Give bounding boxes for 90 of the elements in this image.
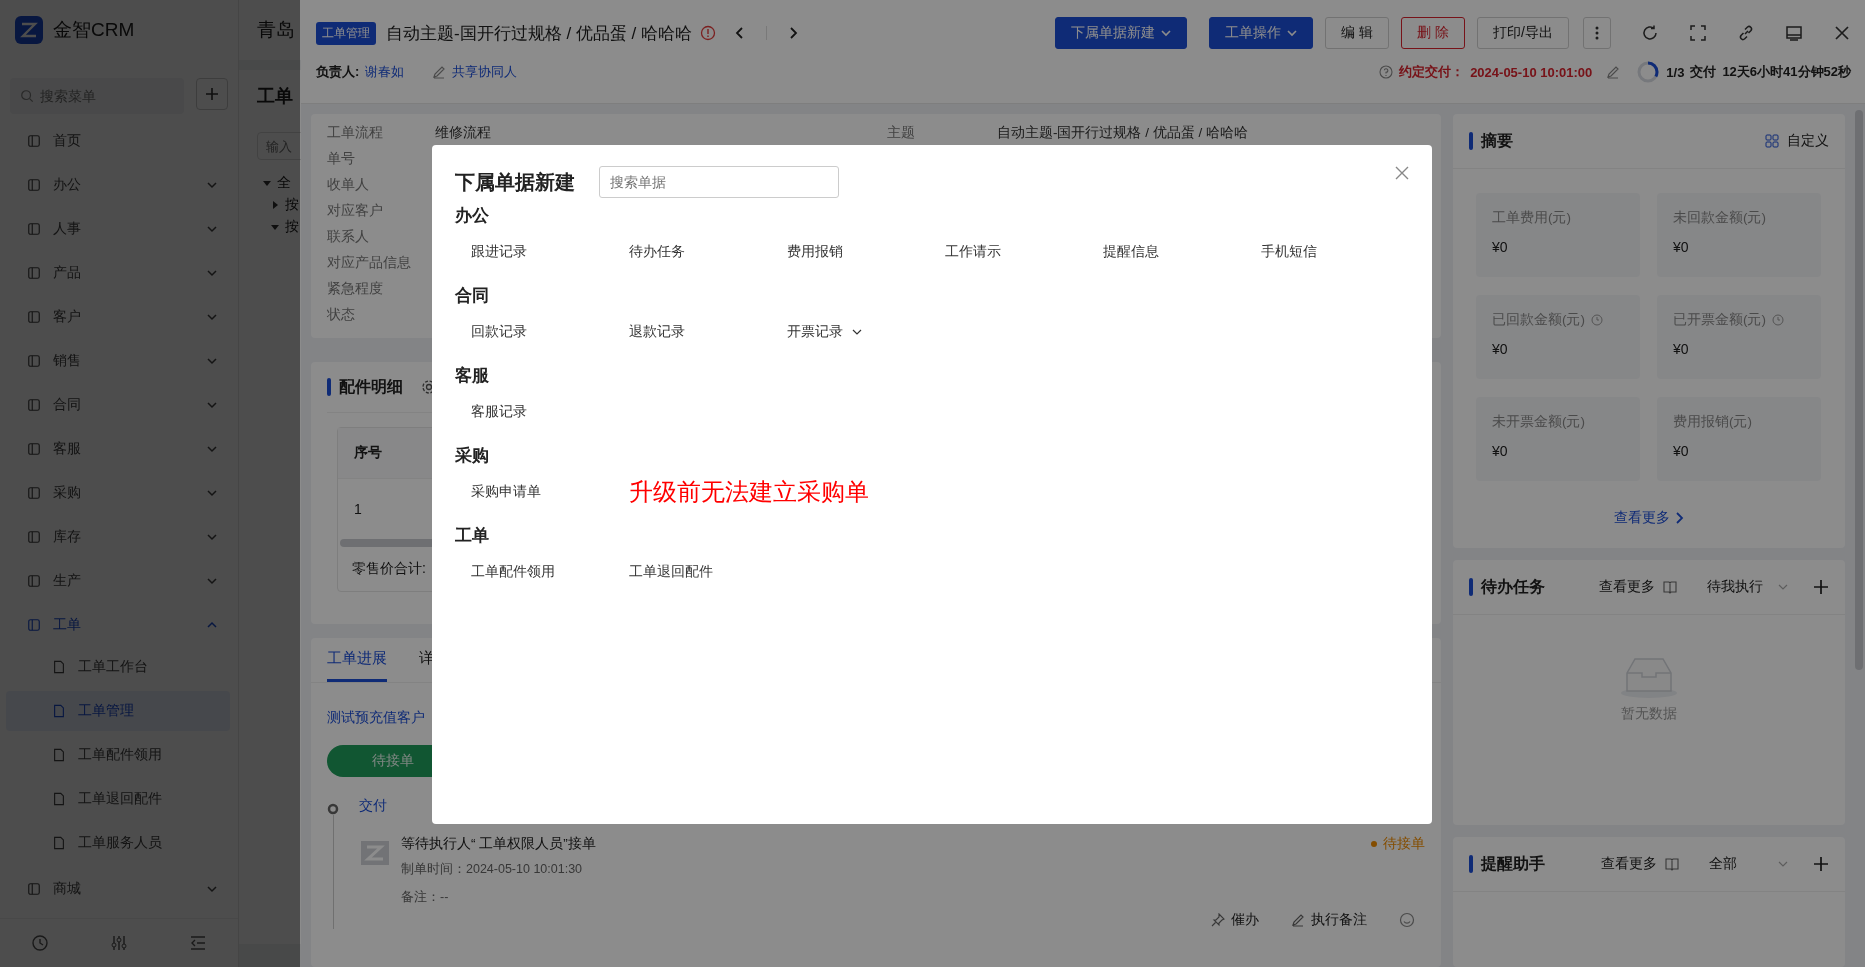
page-title: 工单: [257, 85, 294, 108]
toolbar-button[interactable]: 下属单据新建: [1055, 17, 1188, 49]
note-text: 备注：--: [401, 888, 450, 906]
menu-item[interactable]: 商城: [0, 867, 238, 911]
field-label: 紧急程度: [327, 280, 384, 298]
stat-value: ¥0: [1492, 443, 1509, 459]
annotation-text: 升级前无法建立采购单: [629, 478, 869, 507]
document-type-link[interactable]: 费用报销: [787, 243, 945, 261]
due-label: 约定交付：: [1399, 63, 1465, 81]
card-title: 摘要: [1481, 130, 1513, 151]
document-type-link[interactable]: 跟进记录: [471, 243, 629, 261]
document-type-link[interactable]: 待办任务: [629, 243, 787, 261]
stat-value: ¥0: [1673, 239, 1690, 255]
toolbar-button[interactable]: 工单操作: [1209, 17, 1314, 49]
card-title: 提醒助手: [1481, 853, 1545, 874]
tab[interactable]: 工单进展: [327, 638, 387, 682]
section-title: 办公: [455, 205, 490, 227]
action-link[interactable]: 执行备注: [1311, 911, 1367, 929]
time-label: 制单时间：: [401, 860, 466, 878]
table-cell: 1: [354, 501, 362, 517]
stage-title[interactable]: 交付: [359, 797, 387, 813]
stat-value: ¥0: [1673, 341, 1690, 357]
document-type-link[interactable]: 退款记录: [629, 323, 787, 341]
column-header: 序号: [354, 444, 382, 462]
stat-value: ¥0: [1492, 341, 1509, 357]
search-field[interactable]: 搜索单据: [599, 166, 839, 198]
stat-value: ¥0: [1492, 239, 1509, 255]
stat-label: 工单费用(元): [1492, 209, 1571, 227]
stat-label: 已开票金额(元): [1673, 311, 1766, 329]
tree-item[interactable]: 按: [257, 194, 301, 216]
stage-name: 交付: [1690, 63, 1717, 81]
stat-label: 未开票金额(元): [1492, 413, 1585, 431]
card-title: 待办任务: [1481, 576, 1545, 597]
section-title: 采购: [455, 445, 490, 467]
field-label: 单号: [327, 150, 356, 168]
document-type-link[interactable]: 工单配件领用: [471, 563, 629, 581]
menu-item[interactable]: 销售: [0, 339, 238, 383]
due-date: 2024-05-10 10:01:00: [1470, 64, 1593, 80]
field-label: 工单流程: [327, 124, 384, 142]
total-label: 零售价合计:: [352, 560, 426, 578]
module-tag: 工单管理: [316, 21, 376, 45]
toolbar-button[interactable]: 打印/导出: [1477, 17, 1569, 49]
status-text: 待接单: [1383, 835, 1425, 853]
field-label: 对应产品信息: [327, 254, 412, 272]
document-type-link[interactable]: 工作请示: [945, 243, 1103, 261]
toolbar-button[interactable]: 编 辑: [1325, 17, 1390, 49]
see-more-link[interactable]: 查看更多: [1453, 509, 1845, 527]
page-header: 青岛: [239, 0, 301, 60]
remaining-time: 12天6小时41分钟52秒: [1722, 63, 1851, 81]
stage-count: 1/3: [1666, 64, 1685, 80]
section-title: 客服: [455, 365, 490, 387]
document-type-link[interactable]: 手机短信: [1261, 243, 1419, 261]
customize-link[interactable]: 自定义: [1787, 132, 1829, 150]
stat-value: ¥0: [1673, 443, 1690, 459]
see-more-link[interactable]: 查看更多: [1601, 855, 1657, 873]
field-label: 收单人: [327, 176, 370, 194]
stat-label: 费用报销(元): [1673, 413, 1752, 431]
tab[interactable]: 详: [419, 638, 434, 682]
section-title: 合同: [455, 285, 490, 307]
field-value: 维修流程: [435, 124, 491, 142]
dialog-title: 下属单据新建: [455, 169, 575, 195]
document-type-link[interactable]: 客服记录: [471, 403, 629, 421]
entry-text: 等待执行人“ 工单权限人员”接单: [401, 835, 596, 853]
field-label: 联系人: [327, 228, 370, 246]
tree-item[interactable]: 全: [257, 172, 301, 194]
tree-item[interactable]: 按: [257, 216, 301, 238]
document-type-link[interactable]: 采购申请单: [471, 483, 629, 501]
field-value: 自动主题-国开行过规格 / 优品蛋 / 哈哈哈: [997, 124, 1248, 142]
card-title: 配件明细: [339, 376, 403, 397]
document-type-link[interactable]: 回款记录: [471, 323, 629, 341]
field-label: 状态: [327, 306, 356, 324]
record-title: 自动主题-国开行过规格 / 优品蛋 / 哈哈哈: [386, 22, 692, 45]
document-type-link[interactable]: 工单退回配件: [629, 563, 787, 581]
filter-dropdown[interactable]: 待我执行: [1707, 578, 1789, 596]
field-label: 主题: [887, 124, 916, 142]
app-name: 金智CRM: [53, 18, 135, 42]
menu-item[interactable]: 工单: [0, 603, 238, 647]
action-link[interactable]: 催办: [1231, 911, 1259, 929]
see-more-link[interactable]: 查看更多: [1599, 578, 1655, 596]
owner-label: 负责人:: [316, 63, 360, 81]
share-link[interactable]: 共享协同人: [452, 63, 518, 81]
section-title: 工单: [455, 525, 490, 547]
time-value: 2024-05-10 10:01:30: [466, 862, 583, 876]
field-label: 对应客户: [327, 202, 384, 220]
toolbar-button[interactable]: 删 除: [1401, 17, 1466, 49]
document-type-link[interactable]: 提醒信息: [1103, 243, 1261, 261]
document-type-link[interactable]: 开票记录: [787, 323, 945, 341]
menu-item[interactable]: 采购: [0, 471, 238, 515]
filter-dropdown[interactable]: 全部: [1709, 855, 1789, 873]
owner-link[interactable]: 谢春如: [365, 63, 405, 81]
